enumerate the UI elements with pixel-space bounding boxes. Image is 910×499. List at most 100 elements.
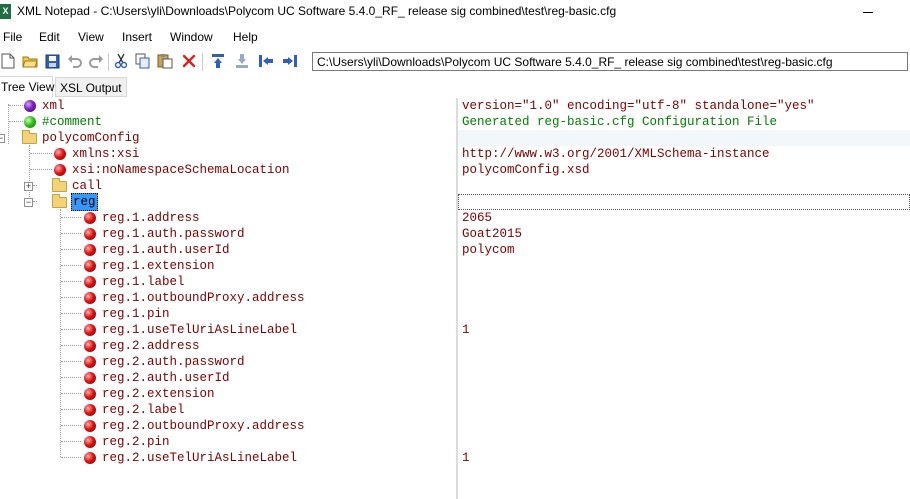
tree-node[interactable]: + call xyxy=(0,178,456,194)
node-label: reg.2.useTelUriAsLineLabel xyxy=(102,451,298,465)
save-icon[interactable] xyxy=(44,53,60,69)
node-label: reg.1.useTelUriAsLineLabel xyxy=(102,323,298,337)
minimize-button[interactable] xyxy=(858,2,878,22)
paste-icon[interactable] xyxy=(157,53,173,69)
red-ball-icon xyxy=(84,340,96,352)
node-label: reg.1.label xyxy=(102,275,185,289)
collapse-toggle[interactable]: − xyxy=(0,134,5,143)
node-value[interactable]: 2065 xyxy=(462,210,492,226)
node-value[interactable]: version="1.0" encoding="utf-8" standalon… xyxy=(462,98,815,114)
node-label: xmlns:xsi xyxy=(72,147,140,161)
open-folder-icon[interactable] xyxy=(22,53,38,69)
red-ball-icon xyxy=(84,212,96,224)
node-label: reg.2.label xyxy=(102,403,185,417)
node-value[interactable]: polycomConfig.xsd xyxy=(462,162,590,178)
red-ball-icon xyxy=(84,388,96,400)
node-label: reg.2.address xyxy=(102,339,200,353)
tree-node[interactable]: reg.2.useTelUriAsLineLabel xyxy=(0,450,456,466)
red-ball-icon xyxy=(84,260,96,272)
red-ball-icon xyxy=(84,372,96,384)
tree-node[interactable]: − reg xyxy=(0,193,456,211)
menu-edit[interactable]: Edit xyxy=(39,30,60,44)
title-bar: X XML Notepad - C:\Users\yli\Downloads\P… xyxy=(0,0,910,26)
tree-node[interactable]: reg.1.auth.password xyxy=(0,226,456,242)
node-value[interactable]: polycom xyxy=(462,242,515,258)
tree-view-pane[interactable]: xml #comment − polycomConfig xmlns:xsi x… xyxy=(0,98,456,499)
red-ball-icon xyxy=(84,244,96,256)
menu-window[interactable]: Window xyxy=(170,30,213,44)
node-value[interactable]: http://www.w3.org/2001/XMLSchema-instanc… xyxy=(462,146,770,162)
red-ball-icon xyxy=(84,404,96,416)
red-ball-icon xyxy=(84,228,96,240)
tree-node[interactable]: reg.2.pin xyxy=(0,434,456,450)
nudge-up-icon[interactable] xyxy=(210,53,226,69)
tree-node[interactable]: reg.1.outboundProxy.address xyxy=(0,290,456,306)
red-ball-icon xyxy=(84,324,96,336)
tree-node[interactable]: xml xyxy=(0,98,456,114)
node-label: reg.2.extension xyxy=(102,387,215,401)
red-ball-icon xyxy=(84,436,96,448)
red-ball-icon xyxy=(84,308,96,320)
redo-icon[interactable] xyxy=(88,53,104,69)
tree-node[interactable]: reg.2.outboundProxy.address xyxy=(0,418,456,434)
menu-help[interactable]: Help xyxy=(233,30,258,44)
tree-node[interactable]: reg.1.extension xyxy=(0,258,456,274)
window-title: XML Notepad - C:\Users\yli\Downloads\Pol… xyxy=(17,4,617,18)
value-row-focus xyxy=(458,194,910,210)
tree-node[interactable]: reg.1.useTelUriAsLineLabel xyxy=(0,322,456,338)
node-value[interactable]: Generated reg-basic.cfg Configuration Fi… xyxy=(462,114,777,130)
delete-icon[interactable] xyxy=(181,53,197,69)
app-icon: X xyxy=(0,4,11,19)
tree-node[interactable]: reg.1.pin xyxy=(0,306,456,322)
red-ball-icon xyxy=(84,452,96,464)
node-label: #comment xyxy=(42,115,103,129)
tree-node[interactable]: reg.2.extension xyxy=(0,386,456,402)
undo-icon[interactable] xyxy=(66,53,82,69)
node-label: reg.1.pin xyxy=(102,307,170,321)
file-path-input[interactable]: C:\Users\yli\Downloads\Polycom UC Softwa… xyxy=(312,52,908,71)
folder-icon xyxy=(52,178,67,192)
red-ball-icon xyxy=(54,148,66,160)
menu-file[interactable]: File xyxy=(3,30,22,44)
node-label: xsi:noNamespaceSchemaLocation xyxy=(72,163,290,177)
tree-node[interactable]: reg.2.auth.userId xyxy=(0,370,456,386)
toolbar-separator xyxy=(108,53,109,71)
collapse-toggle[interactable]: − xyxy=(24,198,33,207)
node-value[interactable]: 1 xyxy=(462,450,470,466)
expand-toggle[interactable]: + xyxy=(24,182,33,191)
node-label: polycomConfig xyxy=(42,131,140,145)
tree-node[interactable]: reg.2.auth.password xyxy=(0,354,456,370)
menu-insert[interactable]: Insert xyxy=(122,30,152,44)
copy-icon[interactable] xyxy=(135,53,151,69)
new-file-icon[interactable] xyxy=(0,53,16,69)
tab-xsl-output[interactable]: XSL Output xyxy=(55,77,127,97)
purple-ball-icon xyxy=(24,100,36,112)
tree-node[interactable]: reg.2.address xyxy=(0,338,456,354)
value-pane[interactable]: version="1.0" encoding="utf-8" standalon… xyxy=(458,98,910,499)
menu-view[interactable]: View xyxy=(78,30,104,44)
node-value[interactable]: Goat2015 xyxy=(462,226,522,242)
menu-bar: File Edit View Insert Window Help xyxy=(0,28,910,48)
tree-node[interactable]: #comment xyxy=(0,114,456,130)
node-label: reg.1.auth.userId xyxy=(102,243,230,257)
tree-node[interactable]: reg.2.label xyxy=(0,402,456,418)
node-value[interactable]: 1 xyxy=(462,322,470,338)
tree-node[interactable]: xsi:noNamespaceSchemaLocation xyxy=(0,162,456,178)
nudge-right-icon[interactable] xyxy=(282,53,298,69)
node-label: call xyxy=(72,179,103,193)
cut-icon[interactable] xyxy=(113,53,129,69)
folder-icon xyxy=(52,194,67,208)
tree-node[interactable]: reg.1.address xyxy=(0,210,456,226)
tree-node[interactable]: − polycomConfig xyxy=(0,130,456,146)
nudge-down-icon[interactable] xyxy=(234,53,250,69)
node-label: reg.2.auth.userId xyxy=(102,371,230,385)
node-label: reg.2.pin xyxy=(102,435,170,449)
tab-tree-view[interactable]: Tree View xyxy=(0,76,54,98)
folder-icon xyxy=(22,130,37,144)
node-label: reg.1.auth.password xyxy=(102,227,245,241)
nudge-left-icon[interactable] xyxy=(258,53,274,69)
tree-node[interactable]: xmlns:xsi xyxy=(0,146,456,162)
tree-node[interactable]: reg.1.auth.userId xyxy=(0,242,456,258)
value-row-highlight xyxy=(458,130,910,146)
tree-node[interactable]: reg.1.label xyxy=(0,274,456,290)
